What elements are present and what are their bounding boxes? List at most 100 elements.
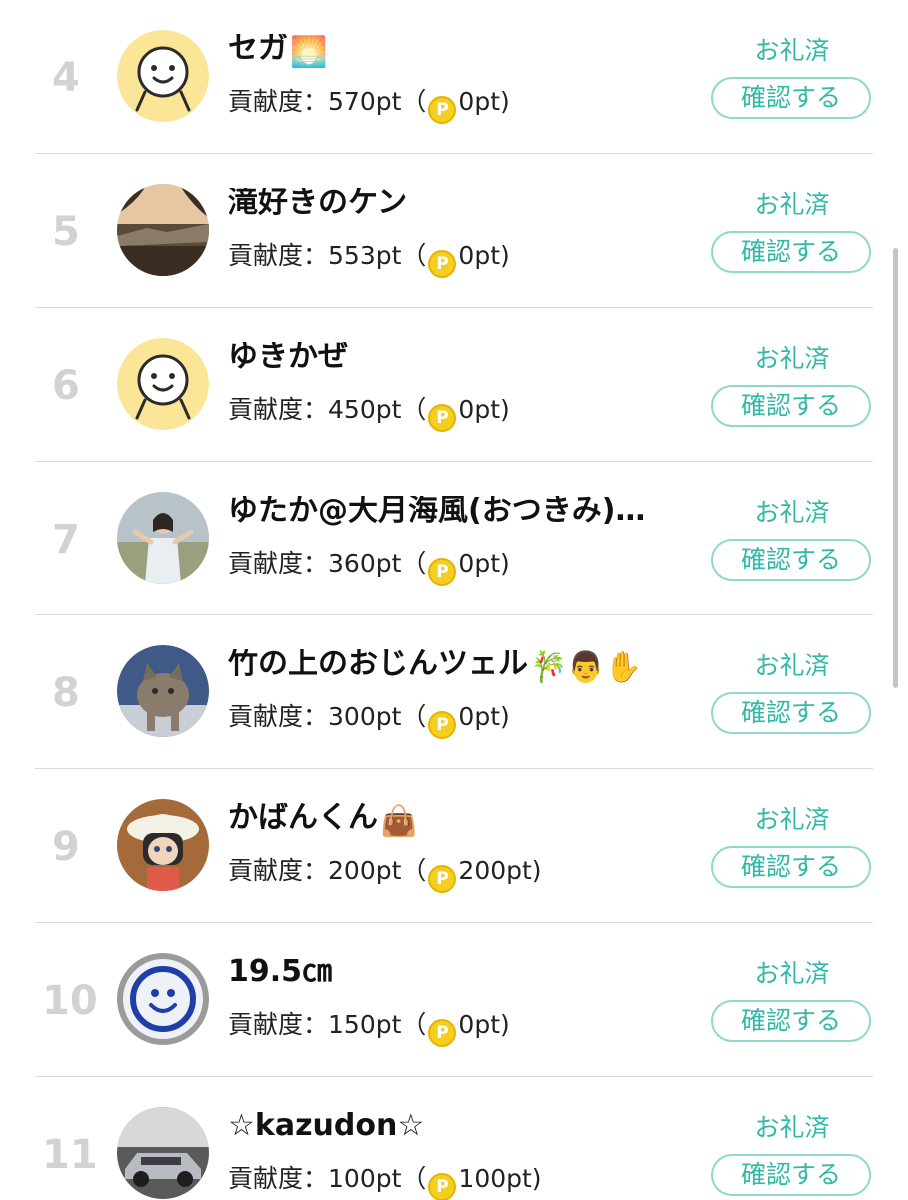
points-value: 300pt (328, 702, 402, 731)
confirm-button[interactable]: 確認する (711, 1000, 871, 1042)
thanks-done-label: お礼済 (754, 651, 830, 680)
bonus-points-value: 0pt) (458, 549, 510, 578)
user-name[interactable]: 19.5㎝ (228, 957, 332, 987)
sunrise-icon: 🌅 (290, 35, 328, 68)
user-name[interactable]: ☆kazudon☆ (228, 1111, 424, 1141)
bonus-points-value: 0pt) (458, 1010, 510, 1039)
paren-open: （ (401, 549, 427, 578)
points-value: 450pt (328, 395, 402, 424)
user-name[interactable]: セガ🌅 (228, 34, 327, 68)
paren-open: （ (401, 395, 427, 424)
car-photo-icon (117, 1107, 209, 1199)
points-value: 200pt (328, 856, 402, 885)
user-name-text: ゆきかぜ (228, 342, 348, 372)
avatar[interactable] (117, 30, 209, 122)
bonus-points-value: 200pt) (458, 856, 542, 885)
smiley-face-yellow-icon (117, 30, 209, 122)
thanks-done-label: お礼済 (754, 498, 830, 527)
vertical-scrollbar[interactable] (893, 248, 898, 688)
bonus-points-value: 100pt) (458, 1164, 542, 1193)
contribution-points: 貢献度：360pt（ P 0pt) (228, 551, 510, 586)
paren-open: （ (401, 87, 427, 116)
contribution-points: 貢献度：200pt（ P 200pt) (228, 858, 542, 893)
thanks-done-label: お礼済 (754, 1113, 830, 1142)
user-name-text: 竹の上のおじんツェル (228, 649, 528, 681)
user-name[interactable]: ゆきかぜ (228, 342, 348, 372)
points-value: 553pt (328, 241, 402, 270)
points-label: 貢献度： (228, 87, 329, 116)
avatar[interactable] (117, 338, 209, 430)
contribution-points: 貢献度：570pt（ P 0pt) (228, 89, 510, 124)
handbag-icon: 👜 (380, 804, 418, 837)
avatar[interactable] (117, 953, 209, 1045)
p-coin-icon: P (428, 1019, 457, 1047)
ranking-row: 11 ☆kazudon☆ 貢献度：100pt（ P 100pt) お礼済 確認する (0, 1077, 908, 1200)
confirm-button[interactable]: 確認する (711, 539, 871, 581)
points-label: 貢献度： (228, 702, 329, 731)
thanks-done-label: お礼済 (754, 959, 830, 988)
contribution-points: 貢献度：300pt（ P 0pt) (228, 704, 510, 739)
points-label: 貢献度： (228, 1164, 329, 1193)
user-name-text: 滝好きのケン (228, 188, 408, 218)
ranking-row: 8 竹の上のおじんツェル🎋👨✋ 貢献度：300pt（ P 0pt) お礼済 確認する (0, 615, 908, 768)
avatar[interactable] (117, 184, 209, 276)
thanks-done-label: お礼済 (754, 344, 830, 373)
anime-character-icon (117, 799, 209, 891)
user-name-text: かばんくん (228, 803, 378, 835)
points-value: 150pt (328, 1010, 402, 1039)
points-label: 貢献度： (228, 856, 329, 885)
user-name[interactable]: ゆたか@大月海風(おつきみ)… (228, 496, 645, 526)
landscape-photo-icon (117, 184, 209, 276)
user-name[interactable]: かばんくん👜 (228, 803, 417, 837)
confirm-button[interactable]: 確認する (711, 385, 871, 427)
contribution-points: 貢献度：150pt（ P 0pt) (228, 1012, 510, 1047)
contribution-points: 貢献度：553pt（ P 0pt) (228, 243, 510, 278)
p-coin-icon: P (428, 250, 457, 278)
paren-open: （ (401, 1164, 427, 1193)
ranking-row: 4 セガ🌅 貢献度：570pt（ P 0pt) お礼済 確認する (0, 0, 908, 153)
confirm-button[interactable]: 確認する (711, 1154, 871, 1196)
p-coin-icon: P (428, 96, 457, 124)
bonus-points-value: 0pt) (458, 241, 510, 270)
bonus-points-value: 0pt) (458, 87, 510, 116)
points-label: 貢献度： (228, 1010, 329, 1039)
p-coin-icon: P (428, 865, 457, 893)
avatar[interactable] (117, 1107, 209, 1199)
paren-open: （ (401, 241, 427, 270)
bonus-points-value: 0pt) (458, 702, 510, 731)
bamboo-old-man-hand-icons: 🎋👨✋ (530, 650, 643, 683)
confirm-button[interactable]: 確認する (711, 231, 871, 273)
user-name-text: ☆kazudon☆ (228, 1111, 425, 1141)
p-coin-icon: P (428, 558, 457, 586)
user-name-text: セガ (228, 34, 288, 66)
contribution-points: 貢献度：450pt（ P 0pt) (228, 397, 510, 432)
user-name[interactable]: 滝好きのケン (228, 188, 407, 218)
ranking-row: 7 ゆたか@大月海風(おつきみ)… 貢献度：360pt（ P 0pt) お礼済 確認… (0, 462, 908, 615)
ranking-row: 5 滝好きのケン 貢献度：553pt（ P 0pt) お礼済 確認する (0, 154, 908, 307)
contribution-points: 貢献度：100pt（ P 100pt) (228, 1166, 542, 1200)
user-name-text: ゆたか@大月海風(おつきみ)… (228, 496, 646, 526)
confirm-button[interactable]: 確認する (711, 846, 871, 888)
confirm-button[interactable]: 確認する (711, 692, 871, 734)
paren-open: （ (401, 702, 427, 731)
ranking-row: 6 ゆきかぜ 貢献度：450pt（ P 0pt) お礼済 確認する (0, 308, 908, 461)
ranking-row: 9 かばんくん👜 貢献度：200pt（ P 200pt) お礼済 確認する (0, 769, 908, 922)
user-name[interactable]: 竹の上のおじんツェル🎋👨✋ (228, 649, 642, 683)
paren-open: （ (401, 1010, 427, 1039)
avatar[interactable] (117, 799, 209, 891)
bonus-points-value: 0pt) (458, 395, 510, 424)
cat-photo-icon (117, 645, 209, 737)
avatar[interactable] (117, 645, 209, 737)
points-value: 570pt (328, 87, 402, 116)
points-label: 貢献度： (228, 241, 329, 270)
smiley-cup-icon (117, 953, 209, 1045)
person-photo-icon (117, 492, 209, 584)
confirm-button[interactable]: 確認する (711, 77, 871, 119)
avatar[interactable] (117, 492, 209, 584)
thanks-done-label: お礼済 (754, 36, 830, 65)
smiley-face-yellow-icon (117, 338, 209, 430)
points-label: 貢献度： (228, 395, 329, 424)
thanks-done-label: お礼済 (754, 805, 830, 834)
p-coin-icon: P (428, 404, 457, 432)
p-coin-icon: P (428, 1173, 457, 1200)
